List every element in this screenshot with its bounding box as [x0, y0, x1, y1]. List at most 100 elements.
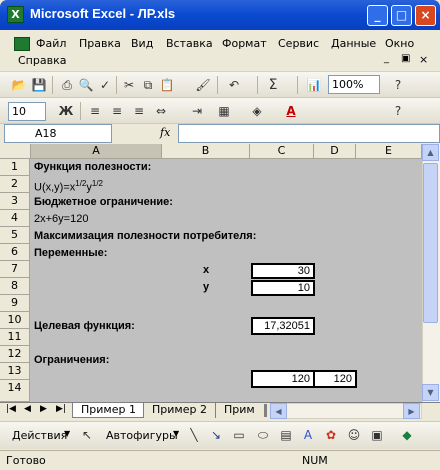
- cell-a4[interactable]: 2x+6y=120: [34, 213, 88, 225]
- doc-restore-icon[interactable]: ▣: [401, 53, 410, 64]
- cell-d13[interactable]: 120: [313, 370, 357, 388]
- column-header-e[interactable]: E: [356, 144, 422, 159]
- wordart-icon[interactable]: A: [299, 426, 317, 444]
- cell-a1[interactable]: Функция полезности:: [34, 161, 151, 173]
- align-center-icon[interactable]: ≡: [108, 102, 126, 120]
- select-all-corner[interactable]: [0, 144, 31, 159]
- borders-icon[interactable]: ▦: [215, 102, 233, 120]
- picture-icon[interactable]: ▣: [368, 426, 386, 444]
- scroll-thumb[interactable]: [423, 163, 438, 323]
- prev-sheet-icon[interactable]: ◀: [24, 404, 31, 414]
- oval-icon[interactable]: ⬭: [254, 426, 272, 444]
- column-header-c[interactable]: C: [250, 144, 314, 159]
- cell-a2[interactable]: U(x,y)=x1/2y1/2: [34, 179, 103, 194]
- font-size-combo[interactable]: 10: [8, 102, 46, 121]
- autosum-icon[interactable]: Σ: [264, 76, 282, 94]
- cell-a3[interactable]: Бюджетное ограничение:: [34, 196, 173, 208]
- menu-window[interactable]: Окно: [385, 37, 414, 50]
- arrow-icon[interactable]: ↘: [207, 426, 225, 444]
- fill-color-icon[interactable]: ◈: [248, 102, 266, 120]
- minimize-button[interactable]: _: [367, 5, 388, 26]
- zoom-combo[interactable]: 100%: [328, 75, 380, 94]
- align-right-icon[interactable]: ≡: [130, 102, 148, 120]
- menu-data[interactable]: Данные: [331, 37, 376, 50]
- row-header[interactable]: 4: [0, 210, 30, 227]
- cell-c8[interactable]: 10: [251, 280, 315, 296]
- format-painter-icon[interactable]: 🖌: [194, 76, 212, 94]
- cell-c7[interactable]: 30: [251, 263, 315, 279]
- menu-view[interactable]: Вид: [131, 37, 153, 50]
- diagram-icon[interactable]: ✿: [322, 426, 340, 444]
- draw-actions-menu[interactable]: Действия: [12, 429, 67, 442]
- cell-a6[interactable]: Переменные:: [34, 247, 107, 259]
- doc-minimize-icon[interactable]: _: [384, 53, 389, 64]
- menu-tools[interactable]: Сервис: [278, 37, 319, 50]
- cell-b7[interactable]: x: [203, 264, 209, 276]
- tab-split-handle[interactable]: [264, 404, 267, 417]
- row-header[interactable]: 1: [0, 159, 30, 176]
- row-header[interactable]: 12: [0, 346, 30, 363]
- textbox-icon[interactable]: ▤: [277, 426, 295, 444]
- shadow-3d-icon[interactable]: ◆: [398, 426, 416, 444]
- row-header[interactable]: 13: [0, 363, 30, 380]
- column-header-a[interactable]: A: [31, 144, 162, 159]
- next-sheet-icon[interactable]: ▶: [40, 404, 47, 414]
- cell-c10[interactable]: 17,32051: [251, 317, 315, 335]
- row-header[interactable]: 14: [0, 380, 30, 402]
- row-header[interactable]: 2: [0, 176, 30, 193]
- column-header-b[interactable]: B: [162, 144, 250, 159]
- print-preview-icon[interactable]: 🔍: [77, 76, 95, 94]
- scroll-right-icon[interactable]: ▶: [403, 403, 420, 419]
- column-header-d[interactable]: D: [314, 144, 356, 159]
- cell-a12[interactable]: Ограничения:: [34, 354, 109, 366]
- close-button[interactable]: ×: [415, 5, 436, 26]
- align-left-icon[interactable]: ≡: [86, 102, 104, 120]
- select-pointer-icon[interactable]: ↖: [78, 426, 96, 444]
- cell-a5[interactable]: Максимизация полезности потребителя:: [34, 230, 256, 242]
- name-box[interactable]: A18: [4, 124, 112, 143]
- help-icon[interactable]: ?: [389, 76, 407, 94]
- row-header[interactable]: 3: [0, 193, 30, 210]
- copy-icon[interactable]: ⧉: [139, 76, 157, 94]
- indent-icon[interactable]: ⇥: [188, 102, 206, 120]
- spelling-icon[interactable]: ✓: [96, 76, 114, 94]
- row-header[interactable]: 9: [0, 295, 30, 312]
- clipart-icon[interactable]: ☺: [345, 426, 363, 444]
- scroll-up-icon[interactable]: ▲: [422, 144, 439, 161]
- line-icon[interactable]: ╲: [185, 426, 203, 444]
- menu-format[interactable]: Формат: [222, 37, 267, 50]
- print-icon[interactable]: ⎙: [58, 76, 76, 94]
- undo-icon[interactable]: ↶: [225, 76, 243, 94]
- first-sheet-icon[interactable]: |◀: [6, 404, 16, 414]
- menu-insert[interactable]: Вставка: [166, 37, 213, 50]
- function-icon[interactable]: fx: [160, 126, 170, 139]
- open-icon[interactable]: 📂: [10, 76, 28, 94]
- maximize-button[interactable]: □: [391, 5, 412, 26]
- help-icon[interactable]: ?: [389, 102, 407, 120]
- menu-file[interactable]: Файл: [36, 37, 66, 50]
- save-icon[interactable]: 💾: [30, 76, 48, 94]
- paste-icon[interactable]: 📋: [158, 76, 176, 94]
- scroll-down-icon[interactable]: ▼: [422, 384, 439, 401]
- row-header[interactable]: 11: [0, 329, 30, 346]
- chart-wizard-icon[interactable]: 📊: [305, 76, 323, 94]
- cell-b8[interactable]: y: [203, 281, 209, 293]
- menu-help[interactable]: Справка: [18, 54, 66, 67]
- formula-input[interactable]: [178, 124, 440, 143]
- row-header[interactable]: 8: [0, 278, 30, 295]
- sheet-tab-3[interactable]: Прим: [216, 403, 260, 418]
- doc-close-icon[interactable]: ×: [419, 53, 428, 66]
- merge-center-icon[interactable]: ⇔: [152, 102, 170, 120]
- bold-button[interactable]: Ж: [57, 102, 75, 120]
- autoshapes-menu[interactable]: Автофигуры: [106, 429, 178, 442]
- cut-icon[interactable]: ✂: [120, 76, 138, 94]
- row-header[interactable]: 5: [0, 227, 30, 244]
- cell-c13[interactable]: 120: [251, 370, 315, 388]
- row-header[interactable]: 10: [0, 312, 30, 329]
- workbook-icon[interactable]: [14, 37, 30, 51]
- row-header[interactable]: 7: [0, 261, 30, 278]
- rectangle-icon[interactable]: ▭: [230, 426, 248, 444]
- sheet-tab-2[interactable]: Пример 2: [144, 403, 216, 418]
- cell-a10[interactable]: Целевая функция:: [34, 320, 135, 332]
- menu-edit[interactable]: Правка: [79, 37, 121, 50]
